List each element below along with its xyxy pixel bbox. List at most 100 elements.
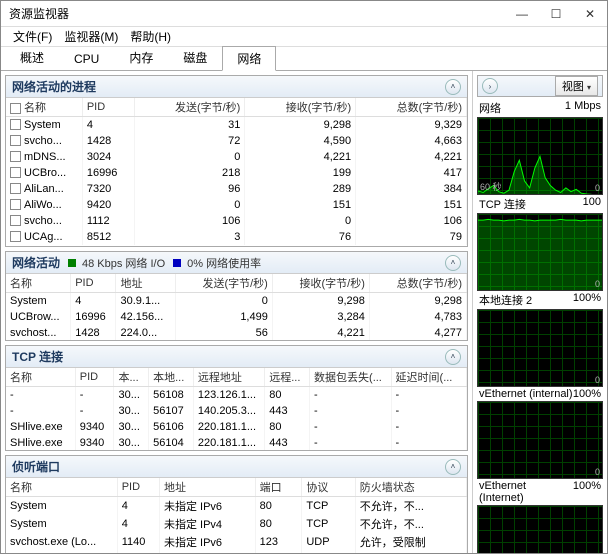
col-addr[interactable]: 地址 bbox=[159, 478, 255, 497]
menu-help[interactable]: 帮助(H) bbox=[126, 28, 175, 45]
chart-yunit: 100 bbox=[583, 196, 601, 212]
chart-yunit: 1 Mbps bbox=[565, 100, 601, 116]
col-name[interactable]: 名称 bbox=[6, 368, 75, 387]
titlebar[interactable]: 资源监视器 — ☐ ✕ bbox=[1, 1, 607, 27]
col-fw[interactable]: 防火墙状态 bbox=[355, 478, 466, 497]
dropdown-icon: ▾ bbox=[587, 83, 591, 92]
checkbox-icon[interactable] bbox=[10, 103, 21, 114]
maximize-button[interactable]: ☐ bbox=[539, 1, 573, 27]
cell: 443 bbox=[265, 403, 310, 419]
table-row[interactable]: --30...56107140.205.3...443-- bbox=[6, 403, 467, 419]
cell: 3024 bbox=[82, 149, 134, 165]
col-latency[interactable]: 延迟时间(... bbox=[391, 368, 466, 387]
panel-title: 侦听端口 bbox=[12, 458, 60, 475]
cell: 1,499 bbox=[175, 309, 272, 325]
checkbox-icon[interactable] bbox=[10, 151, 21, 162]
col-pid[interactable]: PID bbox=[82, 98, 134, 117]
menu-monitor[interactable]: 监视器(M) bbox=[60, 28, 122, 45]
chart: 0 bbox=[477, 309, 603, 387]
panel-header[interactable]: 侦听端口 ˄ bbox=[6, 456, 467, 478]
table-row[interactable]: --30...56108123.126.1...80-- bbox=[6, 387, 467, 403]
col-raddr[interactable]: 远程地址 bbox=[193, 368, 264, 387]
cell: 1112 bbox=[82, 213, 134, 229]
table-row[interactable]: AliWo...94200151151 bbox=[6, 197, 467, 213]
cell: UCAg... bbox=[6, 229, 82, 245]
cell: System bbox=[6, 117, 82, 133]
tab-memory[interactable]: 内存 bbox=[114, 45, 168, 70]
minimize-button[interactable]: — bbox=[505, 1, 539, 27]
table-row[interactable]: System430.9.1...09,2989,298 bbox=[6, 293, 467, 309]
col-name[interactable]: 名称 bbox=[6, 478, 117, 497]
cell: AliWo... bbox=[6, 197, 82, 213]
cell: 7320 bbox=[82, 181, 134, 197]
checkbox-icon[interactable] bbox=[10, 135, 21, 146]
cell: - bbox=[310, 403, 392, 419]
table-row[interactable]: UCBrow...1699642.156...1,4993,2844,783 bbox=[6, 309, 467, 325]
cell: 4 bbox=[117, 497, 159, 516]
tab-cpu[interactable]: CPU bbox=[59, 48, 114, 70]
table-row[interactable]: SHlive.exe934030...56106220.181.1...80-- bbox=[6, 419, 467, 435]
checkbox-icon[interactable] bbox=[10, 183, 21, 194]
checkbox-icon[interactable] bbox=[10, 199, 21, 210]
chart: 0 bbox=[477, 401, 603, 479]
panel-header[interactable]: 网络活动 48 Kbps 网络 I/O 0% 网络使用率 ˄ bbox=[6, 252, 467, 274]
col-laddr[interactable]: 本... bbox=[114, 368, 149, 387]
col-recv[interactable]: 接收(字节/秒) bbox=[245, 98, 356, 117]
table-row[interactable]: SHlive.exe934030...56104220.181.1...443-… bbox=[6, 435, 467, 451]
cell: 30.9.1... bbox=[116, 293, 175, 309]
chart-label: 本地连接 2100% bbox=[477, 291, 603, 309]
tab-disk[interactable]: 磁盘 bbox=[168, 45, 222, 70]
cell: 56107 bbox=[149, 403, 194, 419]
checkbox-icon[interactable] bbox=[10, 231, 21, 242]
panel-header[interactable]: TCP 连接 ˄ bbox=[6, 346, 467, 368]
col-pid[interactable]: PID bbox=[117, 478, 159, 497]
table-row[interactable]: svcho...11121060106 bbox=[6, 213, 467, 229]
col-recv[interactable]: 接收(字节/秒) bbox=[272, 274, 369, 293]
col-addr[interactable]: 地址 bbox=[116, 274, 175, 293]
checkbox-icon[interactable] bbox=[10, 215, 21, 226]
cell: 0 bbox=[245, 213, 356, 229]
cell: 220.181.1... bbox=[193, 435, 264, 451]
view-button[interactable]: 视图 ▾ bbox=[555, 76, 598, 96]
chevron-up-icon[interactable]: ˄ bbox=[445, 79, 461, 95]
tab-network[interactable]: 网络 bbox=[222, 46, 276, 71]
cell: 未指定 IPv4 bbox=[159, 515, 255, 533]
table-row[interactable]: AliLan...732096289384 bbox=[6, 181, 467, 197]
panel-title: 网络活动 bbox=[12, 254, 60, 271]
col-pid[interactable]: PID bbox=[75, 368, 114, 387]
col-total[interactable]: 总数(字节/秒) bbox=[356, 98, 467, 117]
panel-net-procs: 网络活动的进程 ˄ 名称 PID 发送(字节/秒) 接收(字节/秒) 总数(字节… bbox=[5, 75, 468, 247]
panel-header[interactable]: 网络活动的进程 ˄ bbox=[6, 76, 467, 98]
table-row[interactable]: mDNS...302404,2214,221 bbox=[6, 149, 467, 165]
col-pid[interactable]: PID bbox=[71, 274, 116, 293]
table-row[interactable]: System4未指定 IPv680TCP不允许，不... bbox=[6, 497, 467, 516]
chevron-up-icon[interactable]: ˄ bbox=[445, 349, 461, 365]
cell: 允许，受限制 bbox=[355, 533, 466, 551]
table-row[interactable]: System4319,2989,329 bbox=[6, 117, 467, 133]
chevron-right-icon[interactable]: › bbox=[482, 78, 498, 94]
col-loss[interactable]: 数据包丢失(... bbox=[310, 368, 392, 387]
col-send[interactable]: 发送(字节/秒) bbox=[175, 274, 272, 293]
menu-file[interactable]: 文件(F) bbox=[9, 28, 56, 45]
col-name[interactable]: 名称 bbox=[6, 98, 82, 117]
table-row[interactable]: UCBro...16996218199417 bbox=[6, 165, 467, 181]
table-row[interactable]: svcho...1428724,5904,663 bbox=[6, 133, 467, 149]
col-send[interactable]: 发送(字节/秒) bbox=[134, 98, 245, 117]
col-name[interactable]: 名称 bbox=[6, 274, 71, 293]
chevron-up-icon[interactable]: ˄ bbox=[445, 459, 461, 475]
tab-overview[interactable]: 概述 bbox=[5, 45, 59, 70]
checkbox-icon[interactable] bbox=[10, 119, 21, 130]
table-row[interactable]: svchost...1428224.0...564,2214,277 bbox=[6, 325, 467, 341]
chevron-up-icon[interactable]: ˄ bbox=[445, 255, 461, 271]
table-row[interactable]: svchost.exe (Lo...1140未指定 IPv6123UDP允许，受… bbox=[6, 533, 467, 551]
col-proto[interactable]: 协议 bbox=[302, 478, 355, 497]
col-lport[interactable]: 本地... bbox=[149, 368, 194, 387]
table-row[interactable]: UCAg...851237679 bbox=[6, 229, 467, 245]
table-row[interactable]: svchost.exe (Lo...1140未指定 IPv4123UDP允许，受… bbox=[6, 551, 467, 553]
col-port[interactable]: 端口 bbox=[255, 478, 302, 497]
col-rport[interactable]: 远程... bbox=[265, 368, 310, 387]
table-row[interactable]: System4未指定 IPv480TCP不允许，不... bbox=[6, 515, 467, 533]
col-total[interactable]: 总数(字节/秒) bbox=[369, 274, 466, 293]
checkbox-icon[interactable] bbox=[10, 167, 21, 178]
close-button[interactable]: ✕ bbox=[573, 1, 607, 27]
